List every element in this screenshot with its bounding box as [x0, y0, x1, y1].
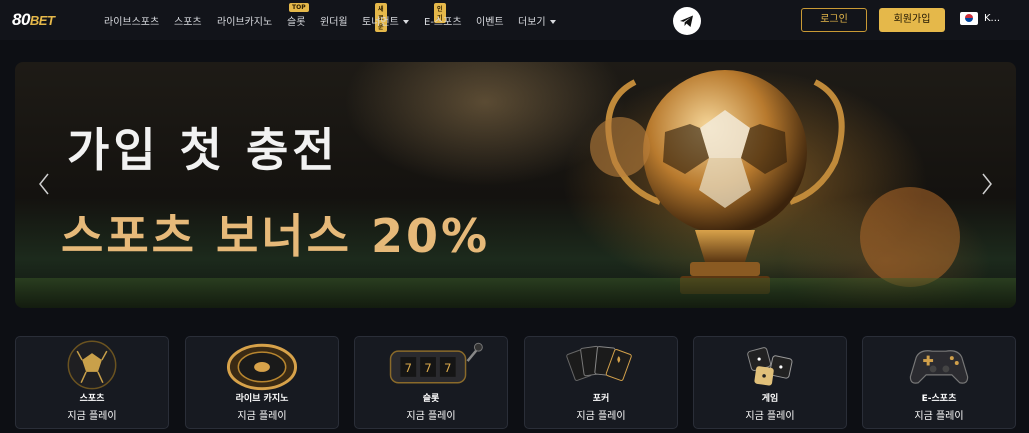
nav-sports[interactable]: 스포츠	[174, 13, 202, 28]
tile-label: 슬롯	[422, 394, 440, 404]
chevron-right-icon[interactable]	[980, 172, 994, 196]
logo-number: 80	[12, 10, 30, 29]
tile-poker[interactable]: 포커 지금 플레이	[524, 336, 678, 429]
language-selector[interactable]: K...	[960, 12, 1000, 25]
play-now-button[interactable]: 지금 플레이	[355, 407, 507, 422]
banner-subheadline: 스포츠 보너스 20%	[61, 209, 491, 263]
gamepad-icon	[909, 350, 969, 384]
play-now-button[interactable]: 지금 플레이	[863, 407, 1015, 422]
language-label: K...	[984, 13, 1001, 24]
dice-icon	[747, 347, 793, 386]
play-now-button[interactable]: 지금 플레이	[16, 407, 168, 422]
tile-label: 라이브 카지노	[235, 394, 289, 404]
nav-slots[interactable]: 슬롯	[287, 13, 305, 28]
chevron-down-icon	[549, 20, 556, 24]
tile-games[interactable]: 게임 지금 플레이	[693, 336, 847, 429]
soccer-ball-icon	[67, 340, 117, 390]
tile-label: 게임	[761, 394, 779, 404]
pitch	[15, 278, 1016, 308]
tile-esports[interactable]: E-스포츠 지금 플레이	[862, 336, 1016, 429]
trophy-icon	[605, 70, 845, 294]
tile-live-casino[interactable]: 라이브 카지노 지금 플레이	[185, 336, 339, 429]
login-button[interactable]: 로그인	[801, 8, 867, 32]
play-now-button[interactable]: 지금 플레이	[694, 407, 846, 422]
nav-more[interactable]: 더보기	[518, 13, 556, 28]
promo-banner[interactable]: 가입 첫 충전 스포츠 보너스 20%	[15, 62, 1016, 308]
tile-sports[interactable]: 스포츠 지금 플레이	[15, 336, 169, 429]
tile-slots[interactable]: 7 7 7 슬롯 지금 플레이	[354, 336, 508, 429]
ball-decoration-icon	[860, 187, 960, 287]
nav-windrill[interactable]: 윈더윌	[320, 13, 348, 28]
tile-label: 포커	[592, 394, 610, 404]
chevron-left-icon[interactable]	[37, 172, 51, 196]
korea-flag-icon	[960, 12, 978, 25]
banner-headline: 가입 첫 충전	[67, 123, 339, 177]
nav-more-label: 더보기	[518, 17, 546, 28]
tile-label: 스포츠	[79, 394, 105, 404]
logo[interactable]: 80BET	[12, 10, 55, 30]
top-header: 80BET 라이브스포츠 스포츠 라이브카지노 TOP 슬롯 윈더윌 새로운 토…	[0, 0, 1029, 40]
nav-esports[interactable]: E-스포츠	[424, 13, 462, 28]
badge-top: TOP	[289, 3, 309, 12]
play-now-button[interactable]: 지금 플레이	[525, 407, 677, 422]
chevron-down-icon	[402, 20, 409, 24]
svg-text:7: 7	[444, 361, 452, 375]
nav-live-sports[interactable]: 라이브스포츠	[104, 13, 159, 28]
logo-text: BET	[29, 13, 55, 28]
playing-cards-icon	[566, 345, 632, 381]
tile-label: E-스포츠	[921, 394, 957, 404]
roulette-icon	[226, 343, 298, 391]
nav-live-casino[interactable]: 라이브카지노	[217, 13, 272, 28]
svg-text:7: 7	[405, 361, 413, 375]
signup-button[interactable]: 회원가입	[879, 8, 945, 32]
svg-text:7: 7	[424, 361, 432, 375]
ball-decoration-icon	[590, 117, 650, 177]
nav-tournament[interactable]: 토너먼트	[362, 13, 409, 28]
play-now-button[interactable]: 지금 플레이	[186, 407, 338, 422]
slot-machine-icon: 7 7 7	[389, 342, 483, 384]
nav-tournament-label: 토너먼트	[362, 17, 399, 28]
nav-events[interactable]: 이벤트	[476, 13, 504, 28]
telegram-icon[interactable]	[673, 7, 701, 35]
